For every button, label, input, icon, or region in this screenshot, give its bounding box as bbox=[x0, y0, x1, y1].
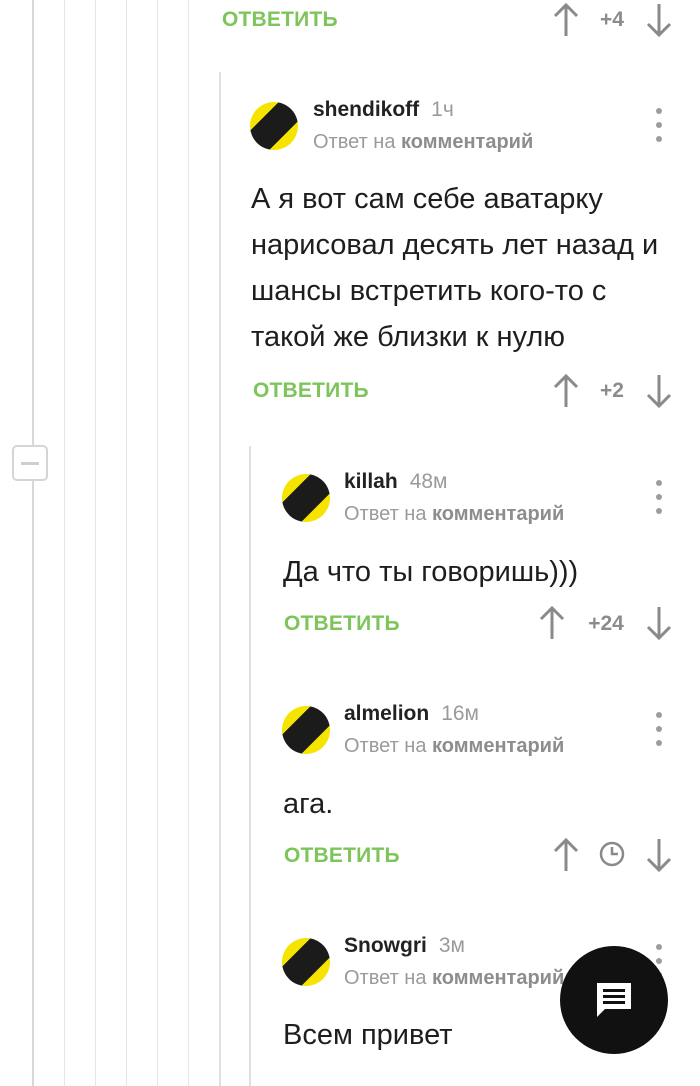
author-name[interactable]: Snowgri bbox=[344, 934, 427, 957]
reply-button[interactable]: ОТВЕТИТЬ bbox=[284, 844, 400, 868]
comment-author[interactable]: killah 48м bbox=[344, 470, 448, 494]
comment-text: А я вот сам себе аватарку нарисовал деся… bbox=[251, 183, 659, 353]
comment-fab-button[interactable] bbox=[560, 946, 668, 1054]
thread-line bbox=[157, 0, 158, 1086]
comment-text: Да что ты говоришь))) bbox=[283, 556, 579, 588]
reply-button[interactable]: ОТВЕТИТЬ bbox=[284, 612, 400, 636]
arrow-down-icon[interactable] bbox=[645, 837, 673, 873]
reply-to-link[interactable]: комментарий bbox=[432, 967, 564, 989]
avatar[interactable] bbox=[282, 474, 330, 522]
author-name[interactable]: shendikoff bbox=[313, 98, 419, 121]
kebab-menu-icon[interactable] bbox=[649, 712, 669, 746]
comment-icon bbox=[597, 983, 631, 1017]
arrow-up-icon[interactable] bbox=[552, 373, 580, 409]
reply-to: Ответ на комментарий bbox=[344, 967, 574, 990]
thread-line bbox=[64, 0, 65, 1086]
avatar[interactable] bbox=[282, 938, 330, 986]
minus-icon bbox=[21, 461, 39, 465]
thread-line bbox=[219, 72, 221, 1086]
vote-score: +24 bbox=[588, 612, 624, 635]
avatar[interactable] bbox=[250, 102, 298, 150]
avatar[interactable] bbox=[282, 706, 330, 754]
thread-line bbox=[249, 446, 251, 1086]
arrow-down-icon[interactable] bbox=[645, 2, 673, 38]
arrow-up-icon[interactable] bbox=[552, 837, 580, 873]
arrow-up-icon[interactable] bbox=[538, 605, 566, 641]
author-name[interactable]: killah bbox=[344, 470, 398, 493]
comment-text: Всем привет bbox=[283, 1019, 453, 1051]
clock-icon bbox=[599, 841, 625, 867]
comment-author[interactable]: Snowgri 3м bbox=[344, 934, 465, 958]
thread-line bbox=[95, 0, 96, 1086]
reply-to-prefix: Ответ на bbox=[344, 735, 427, 757]
thread-line bbox=[32, 0, 34, 1086]
arrow-down-icon[interactable] bbox=[645, 605, 673, 641]
reply-to-prefix: Ответ на bbox=[313, 131, 396, 153]
vote-score: +4 bbox=[600, 8, 624, 31]
reply-to-link[interactable]: комментарий bbox=[432, 503, 564, 525]
reply-to-link[interactable]: комментарий bbox=[401, 131, 533, 153]
arrow-up-icon[interactable] bbox=[552, 2, 580, 38]
reply-button[interactable]: ОТВЕТИТЬ bbox=[253, 379, 369, 403]
thread-line bbox=[126, 0, 127, 1086]
reply-to: Ответ на комментарий bbox=[344, 503, 564, 526]
kebab-menu-icon[interactable] bbox=[649, 480, 669, 514]
author-name[interactable]: almelion bbox=[344, 702, 429, 725]
reply-button[interactable]: ОТВЕТИТЬ bbox=[222, 8, 338, 32]
reply-to-link[interactable]: комментарий bbox=[432, 735, 564, 757]
arrow-down-icon[interactable] bbox=[645, 373, 673, 409]
collapse-thread-button[interactable] bbox=[12, 445, 48, 481]
kebab-menu-icon[interactable] bbox=[649, 108, 669, 142]
comment-time: 48м bbox=[409, 470, 448, 493]
reply-to-prefix: Ответ на bbox=[344, 967, 427, 989]
reply-to-prefix: Ответ на bbox=[344, 503, 427, 525]
reply-to: Ответ на комментарий bbox=[313, 131, 533, 154]
vote-score: +2 bbox=[600, 379, 624, 402]
comment-time: 1ч bbox=[431, 98, 454, 121]
comment-author[interactable]: shendikoff 1ч bbox=[313, 98, 454, 122]
comment-time: 16м bbox=[441, 702, 479, 725]
comment-text: ага. bbox=[283, 788, 334, 820]
comment-author[interactable]: almelion 16м bbox=[344, 702, 479, 726]
comment-time: 3м bbox=[438, 934, 465, 957]
reply-to: Ответ на комментарий bbox=[344, 735, 564, 758]
thread-line bbox=[188, 0, 189, 1086]
